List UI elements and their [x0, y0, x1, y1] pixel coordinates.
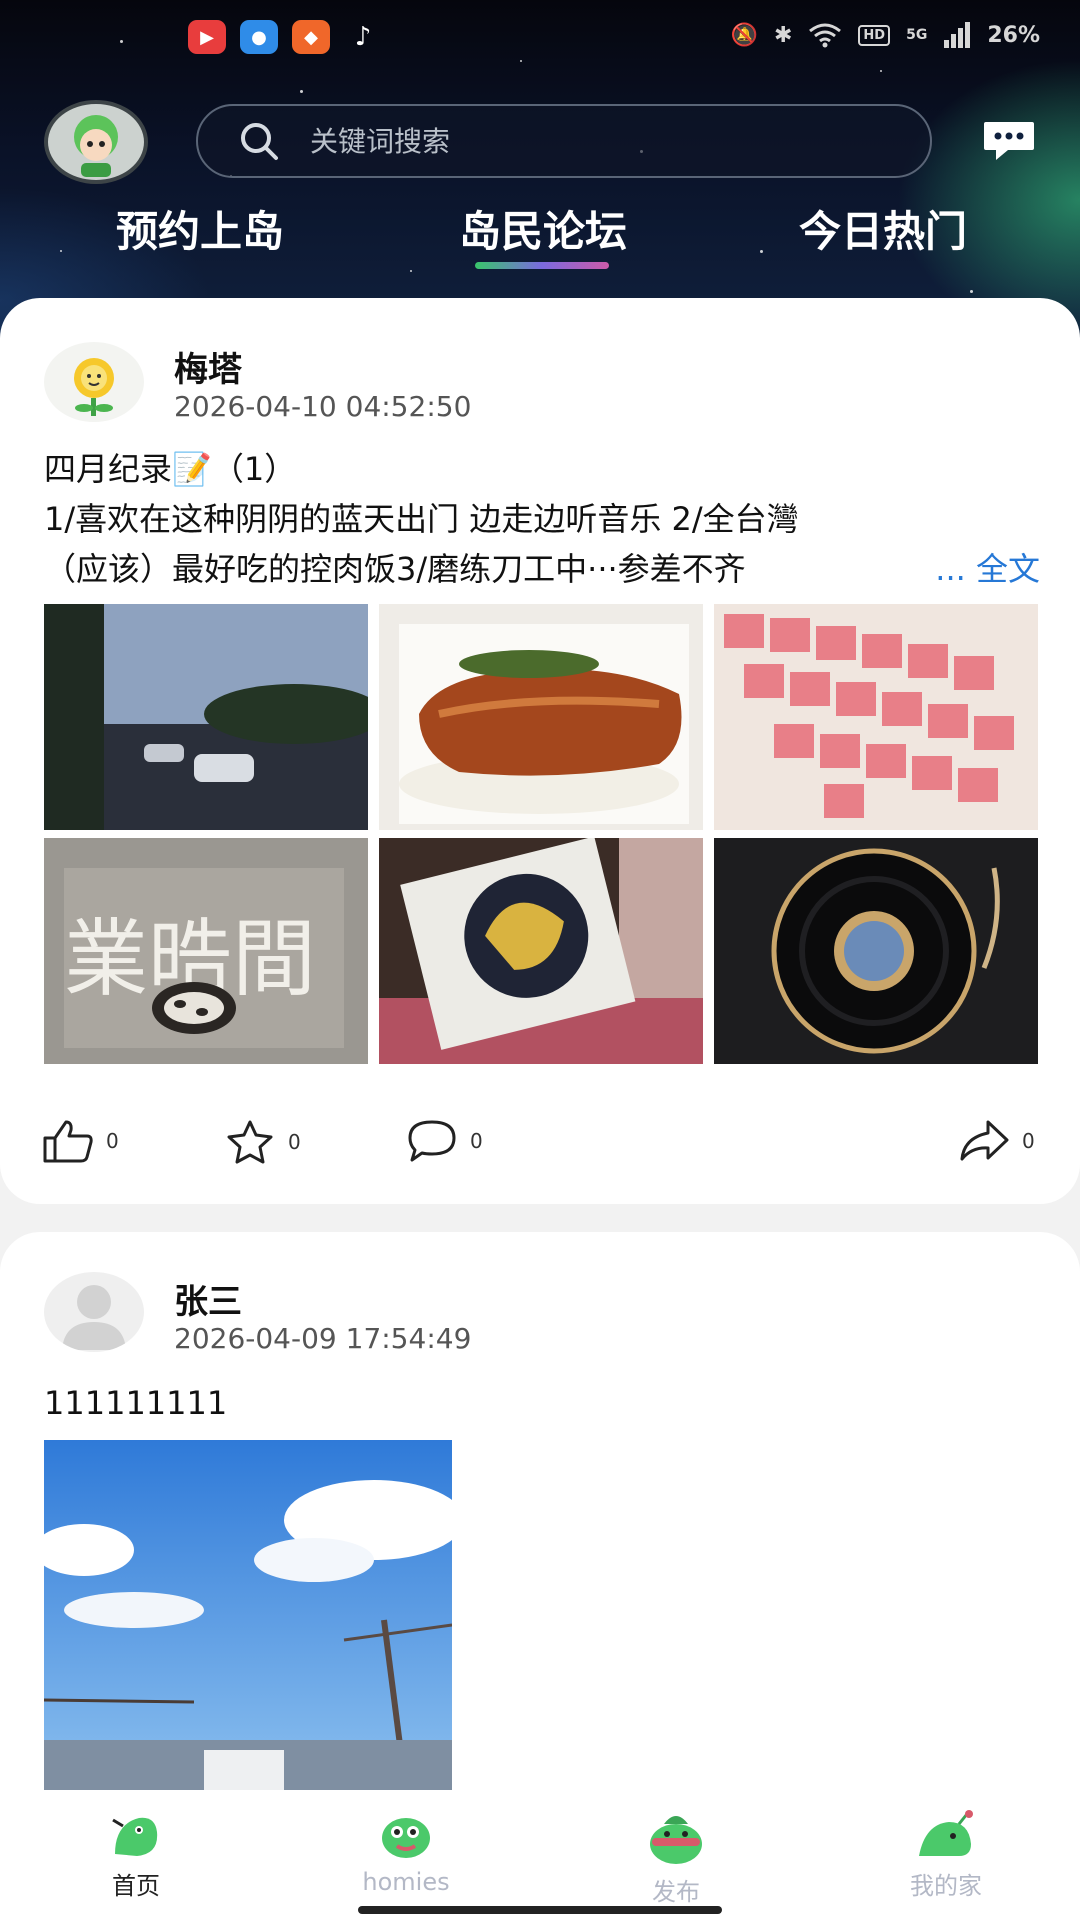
read-more-link[interactable]: ... 全文	[929, 544, 1040, 594]
shopping-app-icon: ◆	[292, 20, 330, 54]
like-button[interactable]: 0	[42, 1118, 119, 1164]
share-count: 0	[1022, 1129, 1035, 1153]
tab-today-hot[interactable]: 今日热门	[733, 198, 1033, 259]
star-icon	[227, 1120, 273, 1164]
nav-label: 发布	[652, 1878, 700, 1906]
bluetooth-icon: ✱	[773, 22, 793, 48]
post-username[interactable]: 张三	[174, 1274, 242, 1323]
browser-app-icon: ●	[240, 20, 278, 54]
post-image-raw-meat[interactable]	[714, 604, 1038, 830]
post-title: 四月纪录📝（1）	[44, 450, 297, 488]
battery-percent: 26%	[987, 22, 1040, 48]
search-input[interactable]	[310, 124, 870, 158]
post-body-line-text: （应该）最好吃的控肉饭3/磨练刀工中···参差不齐	[44, 550, 746, 588]
signal-label: 5G	[906, 27, 928, 43]
tiktok-icon: ♪	[354, 22, 372, 52]
share-icon	[960, 1120, 1009, 1161]
hd-badge: HD	[858, 24, 891, 46]
default-avatar-icon	[62, 1285, 126, 1350]
active-tab-indicator	[475, 262, 609, 269]
nav-publish[interactable]: 发布	[576, 1810, 776, 1907]
mute-icon: 🔕	[730, 22, 758, 48]
home-indicator	[358, 1906, 722, 1914]
signal-icon	[944, 22, 971, 48]
favorite-button[interactable]: 0	[224, 1118, 301, 1166]
share-button[interactable]: 0	[958, 1118, 1035, 1164]
post-username[interactable]: 梅塔	[174, 342, 242, 391]
video-app-icon: ▶	[188, 20, 226, 54]
like-count: 0	[106, 1129, 119, 1153]
nav-label: homies	[362, 1868, 450, 1896]
post-author-avatar[interactable]	[44, 1272, 144, 1352]
search-bar[interactable]	[196, 104, 932, 178]
my-home-mascot-icon	[919, 1810, 973, 1856]
post-image-street[interactable]	[44, 604, 368, 830]
homies-mascot-icon	[382, 1818, 430, 1858]
tab-forum[interactable]: 岛民论坛	[393, 198, 693, 259]
post-body-line: （应该）最好吃的控肉饭3/磨练刀工中···参差不齐 ... 全文	[44, 544, 1040, 594]
favorite-count: 0	[288, 1130, 301, 1154]
message-icon[interactable]	[982, 118, 1036, 164]
comment-count: 0	[470, 1129, 483, 1153]
post-card[interactable]: 张三 2026-04-09 17:54:49 111111111	[0, 1232, 1080, 1852]
nav-homies[interactable]: homies	[306, 1810, 506, 1896]
thumbs-up-icon	[43, 1120, 93, 1163]
publish-mascot-icon	[650, 1816, 702, 1864]
post-card[interactable]: 梅塔 2026-04-10 04:52:50 四月纪录📝（1） 1/喜欢在这种阴…	[0, 298, 1080, 1204]
post-action-bar: 0 0 0 0	[0, 1118, 1080, 1178]
post-timestamp: 2026-04-10 04:52:50	[174, 390, 472, 423]
nav-my-home[interactable]: 我的家	[846, 1810, 1046, 1901]
wifi-icon	[809, 23, 842, 48]
nav-label: 我的家	[910, 1872, 982, 1900]
user-avatar[interactable]	[44, 100, 148, 184]
post-image-vinyl-record[interactable]	[714, 838, 1038, 1064]
tab-book-island[interactable]: 预约上岛	[50, 198, 350, 259]
nav-home[interactable]: 首页	[36, 1810, 236, 1901]
post-author-avatar[interactable]	[44, 342, 144, 422]
post-timestamp: 2026-04-09 17:54:49	[174, 1322, 472, 1355]
post-title: 111111111	[44, 1384, 228, 1422]
status-bar: ▶ ● ◆ ♪ 🔕 ✱ HD 5G 26%	[0, 0, 1080, 78]
avatar-character-icon	[74, 115, 118, 177]
sunflower-icon	[74, 358, 114, 416]
comment-button[interactable]: 0	[406, 1118, 483, 1164]
nav-label: 首页	[112, 1872, 160, 1900]
post-image-butterfly[interactable]: 業晧間	[44, 838, 368, 1064]
notification-app-icons: ▶ ● ◆ ♪	[188, 20, 382, 54]
comment-icon	[408, 1120, 456, 1162]
post-image-braised-pork[interactable]	[379, 604, 703, 830]
search-icon	[241, 123, 278, 160]
home-mascot-icon	[112, 1817, 158, 1856]
bottom-navigation: 首页 homies 发布 我的家	[0, 1790, 1080, 1920]
post-body-line: 1/喜欢在这种阴阴的蓝天出门 边走边听音乐 2/全台灣	[44, 500, 799, 538]
post-image-books[interactable]	[379, 838, 703, 1064]
post-image-sky[interactable]	[44, 1440, 452, 1792]
post-content: 四月纪录📝（1） 1/喜欢在这种阴阴的蓝天出门 边走边听音乐 2/全台灣 （应该…	[44, 444, 1040, 594]
